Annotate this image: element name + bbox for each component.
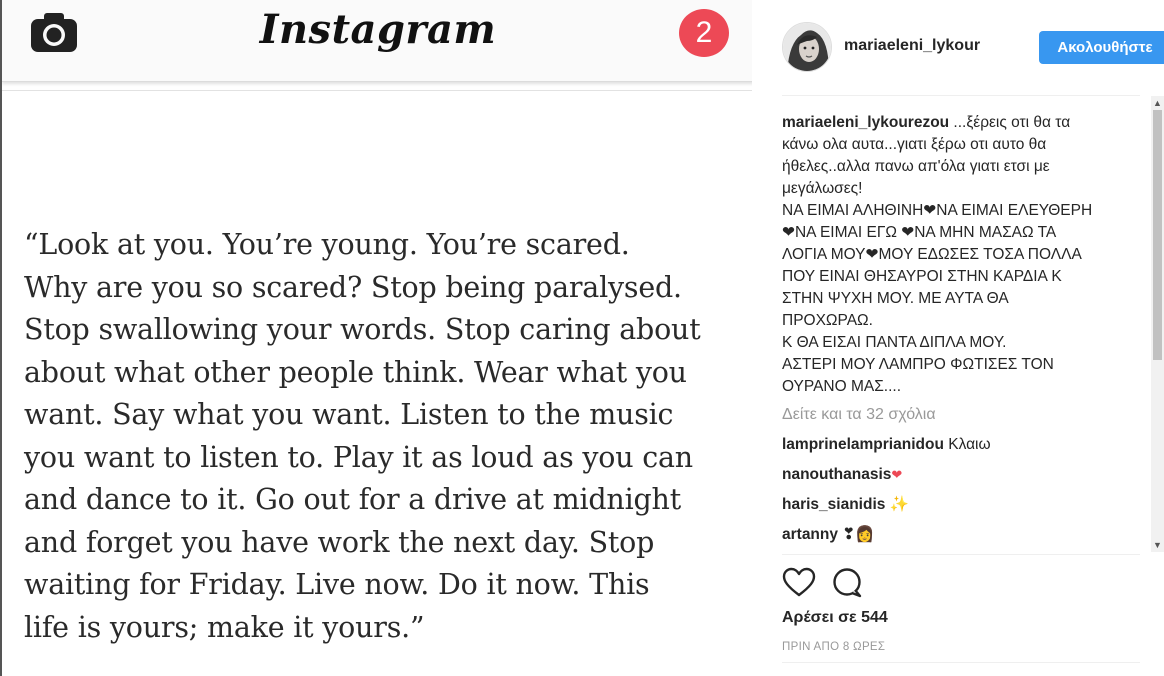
comment-item: haris_sianidis ✨ — [782, 494, 1132, 516]
quote-line: Stop swallowing your words. Stop caring … — [24, 313, 701, 346]
comment-item: lamprinelamprianidou Κλαιω — [782, 434, 1132, 456]
caption-line: ❤ΝΑ ΕΙΜΑΙ ΕΓΩ ❤ΝΑ ΜΗΝ ΜΑΣΑΩ ΤΑ — [782, 224, 1057, 241]
comment-text: ❤ — [891, 467, 903, 482]
quote-line: Why are you so scared? Stop being paraly… — [24, 270, 682, 304]
scrollbar-thumb[interactable] — [1153, 110, 1162, 360]
comment-text: ✨ — [885, 496, 909, 513]
post-sidebar: mariaeleni_lykour Ακολουθήστε mariaeleni… — [752, 0, 1164, 676]
caption-line: ΛΟΓΙΑ ΜΟΥ❤ΜΟΥ ΕΔΩΣΕΣ ΤΟΣΑ ΠΟΛΛΑ — [782, 246, 1082, 263]
likes-count[interactable]: Αρέσει σε 544 — [782, 609, 888, 627]
heart-icon[interactable] — [782, 566, 816, 600]
divider — [2, 90, 752, 91]
instagram-top-bar: Instagram 2 — [2, 0, 752, 82]
comment-item: artanny ❣👩 — [782, 524, 1132, 546]
username-link[interactable]: mariaeleni_lykour — [844, 37, 980, 55]
post-timestamp[interactable]: ΠΡΙΝ ΑΠΟ 8 ΩΡΕΣ — [782, 641, 885, 653]
quote-line: and forget you have work the next day. S… — [24, 525, 655, 559]
caption-line: Κ ΘΑ ΕΙΣΑΙ ΠΑΝΤΑ ΔΙΠΛΑ ΜΟΥ. — [782, 334, 1007, 351]
post-actions — [782, 566, 902, 600]
scroll-down-arrow-icon[interactable]: ▼ — [1153, 540, 1162, 550]
caption-line: ΣΤΗΝ ΨΥΧΗ ΜΟΥ. ΜΕ ΑΥΤΑ ΘΑ — [782, 290, 1009, 307]
caption-line: κάνω ολα αυτα...γιατι ξέρω οτι αυτο θα — [782, 136, 1047, 153]
quote-line: life is yours; make it yours.” — [24, 610, 425, 644]
comment-author-link[interactable]: artanny — [782, 526, 838, 543]
comments-section: mariaeleni_lykourezou ...ξέρεις οτι θα τ… — [782, 112, 1132, 554]
comment-author-link[interactable]: nanouthanasis — [782, 466, 891, 483]
comment-icon[interactable] — [830, 566, 864, 600]
divider — [782, 554, 1140, 555]
quote-line: “Look at you. You’re young. You’re scare… — [24, 228, 630, 261]
scroll-up-arrow-icon[interactable]: ▲ — [1153, 98, 1162, 108]
caption-line: μεγάλωσες! — [782, 180, 863, 197]
follow-button[interactable]: Ακολουθήστε — [1039, 31, 1164, 64]
caption-author-link[interactable]: mariaeleni_lykourezou — [782, 114, 949, 131]
avatar-image — [783, 23, 831, 71]
quote-line: and dance to it. Go out for a drive at m… — [24, 483, 681, 516]
divider — [782, 662, 1140, 663]
post-header: mariaeleni_lykour Ακολουθήστε — [782, 22, 1164, 72]
post-image[interactable]: Instagram 2 “Look at you. You’re young. … — [0, 0, 752, 676]
comment-text: Κλαιω — [943, 436, 991, 453]
comments-scrollbar[interactable]: ▲ ▼ — [1151, 96, 1164, 552]
quote-line: want. Say what you want. Listen to the m… — [24, 398, 674, 431]
caption-line: ΝΑ ΕΙΜΑΙ ΑΛΗΘΙΝΗ❤ΝΑ ΕΙΜΑΙ ΕΛΕΥΘΕΡΗ — [782, 202, 1093, 219]
quote-line: waiting for Friday. Live now. Do it now.… — [24, 568, 650, 601]
quote-text: “Look at you. You’re young. You’re scare… — [24, 224, 744, 649]
comment-author-link[interactable]: lamprinelamprianidou — [782, 436, 944, 453]
caption-text: ...ξέρεις οτι θα τα — [949, 114, 1071, 131]
caption-line: ΠΟΥ ΕΙΝΑΙ ΘΗΣΑΥΡΟΙ ΣΤΗΝ ΚΑΡΔΙΑ Κ — [782, 268, 1062, 285]
notification-badge: 2 — [679, 9, 729, 57]
caption-line: mariaeleni_lykourezou ...ξέρεις οτι θα τ… — [782, 112, 1132, 134]
caption: mariaeleni_lykourezou ...ξέρεις οτι θα τ… — [782, 112, 1132, 398]
divider — [782, 95, 1140, 96]
comment-item: nanouthanasis❤ — [782, 464, 1132, 486]
caption-line: ΟΥΡΑΝΟ ΜΑΣ.... — [782, 378, 902, 395]
avatar[interactable] — [782, 22, 832, 72]
caption-line: ΠΡΟΧΩΡΑΩ. — [782, 312, 873, 329]
quote-line: you want to listen to. Play it as loud a… — [24, 440, 693, 474]
comment-author-link[interactable]: haris_sianidis — [782, 496, 885, 513]
quote-line: about what other people think. Wear what… — [24, 355, 687, 389]
instagram-logo: Instagram — [259, 6, 497, 53]
caption-line: ήθελες..αλλα πανω απ'όλα γιατι ετσι με — [782, 158, 1050, 175]
view-all-comments-link[interactable]: Δείτε και τα 32 σχόλια — [782, 404, 1132, 426]
caption-line: ΑΣΤΕΡΙ ΜΟΥ ΛΑΜΠΡΟ ΦΩΤΙΣΕΣ ΤΟΝ — [782, 356, 1054, 373]
comment-text: ❣👩 — [838, 526, 875, 543]
